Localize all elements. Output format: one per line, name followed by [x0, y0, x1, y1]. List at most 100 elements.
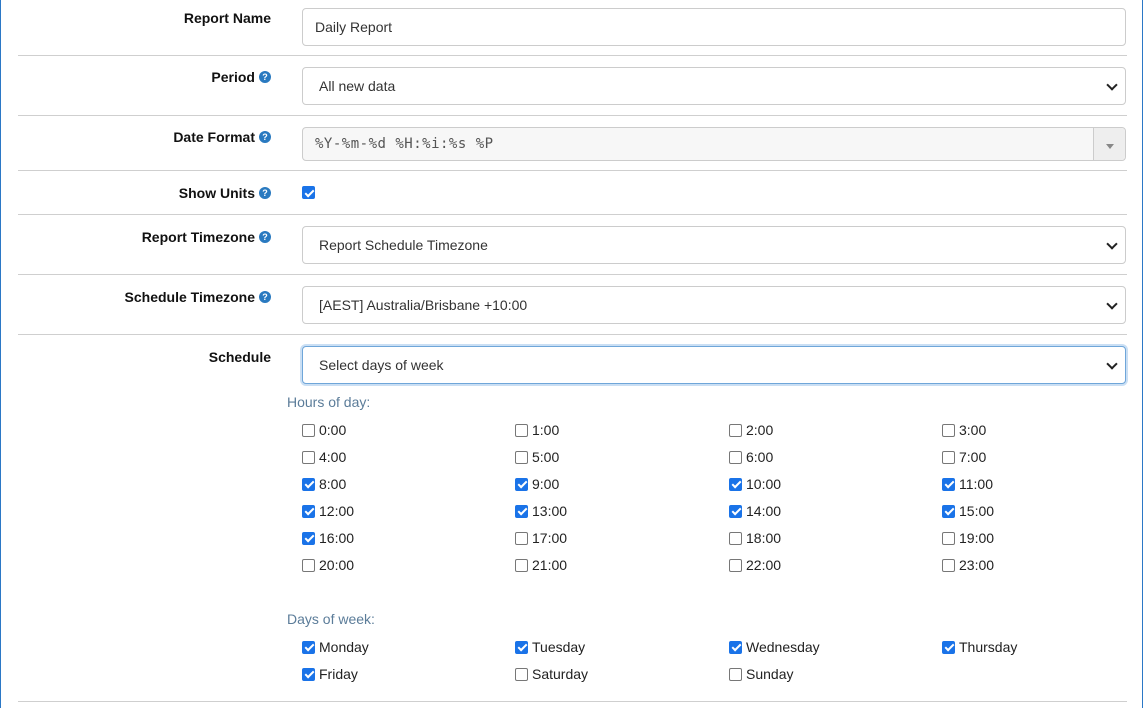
hour-label: 18:00	[746, 530, 782, 546]
day-option[interactable]: Sunday	[729, 666, 793, 682]
hour-checkbox[interactable]	[515, 558, 528, 572]
schedule-label: Schedule	[209, 349, 271, 365]
hour-option[interactable]: 0:00	[302, 422, 346, 438]
hour-checkbox[interactable]	[729, 423, 742, 437]
hour-option[interactable]: 20:00	[302, 557, 354, 573]
period-label: Period ?	[211, 69, 271, 85]
hour-checkbox[interactable]	[729, 450, 742, 464]
hour-option[interactable]: 14:00	[729, 503, 781, 519]
report-name-label: Report Name	[184, 10, 271, 26]
row-date-format: Date Format ? %Y-%m-%d %H:%i:%s %P	[18, 116, 1127, 171]
hour-checkbox[interactable]	[302, 423, 315, 437]
day-option[interactable]: Friday	[302, 666, 358, 682]
hour-option[interactable]: 2:00	[729, 422, 773, 438]
hour-option[interactable]: 17:00	[515, 530, 567, 546]
hour-option[interactable]: 3:00	[942, 422, 986, 438]
report-timezone-select[interactable]: Report Schedule Timezone	[302, 226, 1126, 264]
report-name-input[interactable]: Daily Report	[302, 8, 1126, 46]
date-format-combobox[interactable]: %Y-%m-%d %H:%i:%s %P	[302, 127, 1126, 161]
hour-option[interactable]: 18:00	[729, 530, 781, 546]
hour-checkbox[interactable]	[942, 558, 955, 572]
hour-checkbox[interactable]	[942, 423, 955, 437]
hour-checkbox[interactable]	[942, 531, 955, 545]
row-show-units: Show Units ?	[18, 171, 1127, 215]
day-checkbox[interactable]	[942, 640, 955, 654]
help-icon[interactable]: ?	[259, 291, 271, 303]
hour-checkbox[interactable]	[729, 558, 742, 572]
schedule-select[interactable]: Select days of week	[302, 346, 1126, 384]
hour-checkbox[interactable]	[515, 531, 528, 545]
hour-option[interactable]: 10:00	[729, 476, 781, 492]
hour-option[interactable]: 11:00	[942, 476, 993, 492]
hour-checkbox[interactable]	[729, 504, 742, 518]
day-option[interactable]: Monday	[302, 639, 369, 655]
row-period: Period ? All new data	[18, 56, 1127, 116]
day-option[interactable]: Wednesday	[729, 639, 820, 655]
hour-checkbox[interactable]	[515, 450, 528, 464]
help-icon[interactable]: ?	[259, 131, 271, 143]
day-checkbox[interactable]	[729, 667, 742, 681]
date-format-label: Date Format ?	[173, 129, 271, 145]
show-units-checkbox[interactable]	[302, 186, 315, 199]
report-timezone-label-text: Report Timezone	[141, 229, 255, 245]
hour-label: 6:00	[746, 449, 774, 465]
hour-option[interactable]: 7:00	[942, 449, 986, 465]
hour-checkbox[interactable]	[515, 504, 528, 518]
help-icon[interactable]: ?	[259, 71, 271, 83]
hour-option[interactable]: 4:00	[302, 449, 346, 465]
hour-checkbox[interactable]	[302, 477, 315, 491]
day-checkbox[interactable]	[302, 667, 315, 681]
hour-option[interactable]: 13:00	[515, 503, 567, 519]
hour-label: 14:00	[746, 503, 782, 519]
hour-option[interactable]: 19:00	[942, 530, 994, 546]
hour-checkbox[interactable]	[515, 423, 528, 437]
chevron-down-icon	[1106, 298, 1118, 310]
period-select[interactable]: All new data	[302, 67, 1126, 105]
hour-option[interactable]: 1:00	[515, 422, 559, 438]
hour-checkbox[interactable]	[302, 531, 315, 545]
hour-checkbox[interactable]	[942, 477, 955, 491]
schedule-value: Select days of week	[319, 357, 444, 373]
day-option[interactable]: Thursday	[942, 639, 1017, 655]
day-checkbox[interactable]	[515, 667, 528, 681]
help-icon[interactable]: ?	[259, 231, 271, 243]
day-label: Monday	[319, 639, 369, 655]
hour-option[interactable]: 6:00	[729, 449, 773, 465]
hour-checkbox[interactable]	[302, 558, 315, 572]
schedule-timezone-value: [AEST] Australia/Brisbane +10:00	[319, 297, 528, 313]
hour-option[interactable]: 16:00	[302, 530, 354, 546]
hour-checkbox[interactable]	[515, 477, 528, 491]
show-units-label-text: Show Units	[178, 185, 255, 201]
hour-label: 9:00	[532, 476, 560, 492]
hour-checkbox[interactable]	[942, 450, 955, 464]
hour-option[interactable]: 15:00	[942, 503, 994, 519]
hour-option[interactable]: 21:00	[515, 557, 567, 573]
day-option[interactable]: Tuesday	[515, 639, 585, 655]
day-label: Friday	[319, 666, 358, 682]
help-icon[interactable]: ?	[259, 187, 271, 199]
hour-option[interactable]: 12:00	[302, 503, 354, 519]
day-checkbox[interactable]	[729, 640, 742, 654]
hour-option[interactable]: 23:00	[942, 557, 994, 573]
day-label: Thursday	[959, 639, 1018, 655]
day-checkbox[interactable]	[302, 640, 315, 654]
hour-option[interactable]: 5:00	[515, 449, 559, 465]
hour-label: 3:00	[959, 422, 987, 438]
schedule-timezone-select[interactable]: [AEST] Australia/Brisbane +10:00	[302, 286, 1126, 324]
hour-checkbox[interactable]	[942, 504, 955, 518]
hour-option[interactable]: 22:00	[729, 557, 781, 573]
dropdown-arrow-icon[interactable]	[1093, 128, 1125, 160]
hour-label: 8:00	[319, 476, 347, 492]
day-option[interactable]: Saturday	[515, 666, 588, 682]
hour-label: 16:00	[319, 530, 355, 546]
row-schedule-timezone: Schedule Timezone ? [AEST] Australia/Bri…	[18, 275, 1127, 335]
hour-checkbox[interactable]	[302, 504, 315, 518]
hour-option[interactable]: 9:00	[515, 476, 559, 492]
form-frame: Report Name Daily Report Period ? All ne…	[0, 0, 1143, 708]
day-checkbox[interactable]	[515, 640, 528, 654]
hour-option[interactable]: 8:00	[302, 476, 346, 492]
hour-checkbox[interactable]	[729, 477, 742, 491]
schedule-label-text: Schedule	[208, 349, 271, 365]
hour-checkbox[interactable]	[729, 531, 742, 545]
hour-checkbox[interactable]	[302, 450, 315, 464]
